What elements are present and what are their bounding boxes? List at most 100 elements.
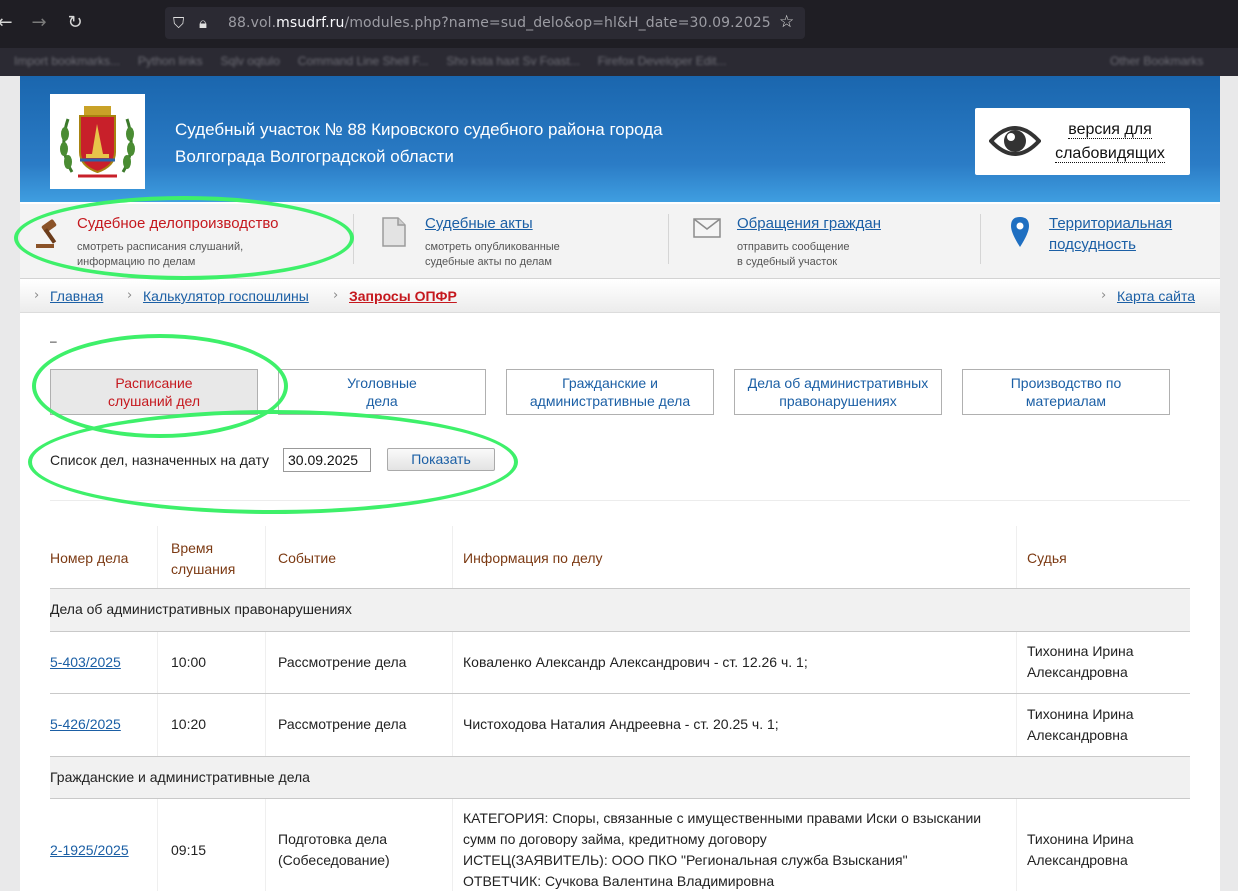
judge-line: Тихонина Ирина	[1027, 831, 1134, 847]
event-line: (Собеседование)	[278, 852, 390, 868]
low-vision-label: версия для слабовидящих	[1045, 118, 1175, 166]
site-title: Судебный участок № 88 Кировского судебно…	[175, 116, 735, 170]
case-number-link[interactable]: 5-403/2025	[50, 652, 121, 673]
breadcrumb-fee-calculator[interactable]: Калькулятор госпошлины	[143, 288, 309, 304]
menu-subtitle: смотреть опубликованные судебные акты по…	[425, 240, 625, 270]
tab-label-line: Уголовные	[347, 375, 417, 391]
event: Подготовка дела (Собеседование)	[278, 829, 390, 871]
bookmark-item[interactable]: Command Line Shell F...	[298, 54, 429, 68]
menu-title[interactable]: Территориальная	[1049, 215, 1172, 232]
map-pin-icon	[1011, 217, 1029, 247]
group-title: Гражданские и административные дела	[50, 769, 310, 785]
judge-line: Александровна	[1027, 727, 1128, 743]
judge-line: Тихонина Ирина	[1027, 643, 1134, 659]
column-divider	[265, 526, 266, 891]
column-header-hearing-time: Время слушания	[171, 538, 235, 580]
gavel-icon	[36, 219, 57, 248]
bookmark-item[interactable]: Python links	[138, 54, 203, 68]
column-divider	[452, 526, 453, 891]
menu-subtitle-line: судебные акты по делам	[425, 256, 552, 268]
case-info-line: ОТВЕТЧИК: Сучкова Валентина Владимировна	[463, 873, 775, 889]
chevron-right-icon: ›	[34, 288, 40, 303]
breadcrumb: › Главная › Калькулятор госпошлины › Зап…	[20, 280, 1220, 313]
tab-label-line: Дела об административных	[747, 375, 929, 391]
column-header-line: слушания	[171, 561, 236, 577]
hearing-time: 10:00	[171, 654, 207, 670]
judge: Тихонина Ирина Александровна	[1027, 704, 1134, 746]
tab-civil-cases[interactable]: Гражданские и административные дела	[506, 369, 714, 415]
tab-hearing-schedule[interactable]: Расписание слушаний дел	[50, 369, 258, 415]
reload-icon[interactable]: ↻	[64, 12, 86, 34]
site-page: Судебный участок № 88 Кировского судебно…	[14, 76, 1220, 891]
document-icon	[382, 217, 406, 247]
menu-item-court-proceedings[interactable]: Судебное делопроизводство смотреть распи…	[20, 204, 350, 279]
tab-materials[interactable]: Производство по материалам	[962, 369, 1170, 415]
tab-label-line: Производство по	[1010, 375, 1122, 391]
tab-label-line: материалам	[1025, 393, 1107, 409]
menu-divider	[980, 214, 981, 264]
menu-subtitle-line: в судебный участок	[737, 256, 838, 268]
case-number-link[interactable]: 2-1925/2025	[50, 840, 129, 861]
breadcrumb-home[interactable]: Главная	[50, 288, 103, 304]
tab-administrative-offenses[interactable]: Дела об административных правонарушениях	[734, 369, 942, 415]
judge-line: Александровна	[1027, 852, 1128, 868]
chevron-right-icon: ›	[333, 288, 339, 303]
judge-line: Тихонина Ирина	[1027, 706, 1134, 722]
low-vision-label-line: версия для	[1068, 121, 1152, 139]
divider	[50, 500, 1190, 501]
judge: Тихонина Ирина Александровна	[1027, 829, 1134, 871]
menu-subtitle-line: информацию по делам	[77, 256, 196, 268]
menu-item-court-acts[interactable]: Судебные акты смотреть опубликованные су…	[365, 204, 665, 279]
back-icon[interactable]: ←	[0, 12, 16, 34]
tab-label-line: Расписание	[115, 375, 193, 391]
main-menu: Судебное делопроизводство смотреть распи…	[20, 204, 1220, 279]
bookmark-item[interactable]: Other Bookmarks	[1110, 54, 1203, 68]
tab-criminal-cases[interactable]: Уголовные дела	[278, 369, 486, 415]
menu-title[interactable]: Судебное делопроизводство	[77, 215, 279, 232]
bookmark-item[interactable]: Sho ksta haxt Sv Foast...	[446, 54, 579, 68]
menu-subtitle: отправить сообщение в судебный участок	[737, 240, 937, 270]
event: Рассмотрение дела	[278, 716, 407, 732]
browser-toolbar: ← → ↻ ⛉ 🔒︎ 88.vol.msudrf.ru/modules.php?…	[0, 0, 1238, 48]
tab-label-line: правонарушениях	[779, 393, 897, 409]
date-input[interactable]	[283, 448, 371, 472]
low-vision-version-button[interactable]: версия для слабовидящих	[975, 108, 1190, 175]
event-line: Подготовка дела	[278, 831, 388, 847]
court-emblem-logo[interactable]	[50, 94, 145, 189]
sitemap-link[interactable]: Карта сайта	[1117, 288, 1195, 304]
case-info-line: сумм по договору займа, кредитному догов…	[463, 831, 767, 847]
menu-title[interactable]: Судебные акты	[425, 215, 533, 232]
menu-subtitle: смотреть расписания слушаний, информацию…	[77, 240, 277, 270]
menu-subtitle-line: смотреть опубликованные	[425, 241, 560, 253]
menu-title[interactable]: подсудность	[1049, 236, 1136, 253]
bookmark-item[interactable]: Import bookmarks...	[14, 54, 120, 68]
site-header: Судебный участок № 88 Кировского судебно…	[20, 76, 1220, 202]
column-divider	[1016, 526, 1017, 891]
menu-item-territorial-jurisdiction[interactable]: Территориальная подсудность	[995, 204, 1215, 279]
date-filter-label: Список дел, назначенных на дату	[50, 452, 270, 468]
menu-divider	[668, 214, 669, 264]
bookmark-item[interactable]: Firefox Developer Edit...	[598, 54, 727, 68]
site-title-line: Судебный участок № 88 Кировского судебно…	[175, 120, 663, 139]
forward-icon[interactable]: →	[28, 12, 50, 34]
table-group-header: Дела об административных правонарушениях	[50, 589, 1190, 631]
bookmark-star-icon[interactable]: ☆	[779, 12, 794, 32]
menu-item-citizen-appeals[interactable]: Обращения граждан отправить сообщение в …	[680, 204, 980, 279]
address-bar[interactable]: ⛉ 🔒︎ 88.vol.msudrf.ru/modules.php?name=s…	[165, 7, 805, 39]
shield-icon[interactable]: ⛉	[173, 14, 184, 32]
lock-icon[interactable]: 🔒︎	[199, 14, 207, 32]
case-number-link[interactable]: 5-426/2025	[50, 714, 121, 735]
chevron-right-icon: ›	[127, 288, 133, 303]
chevron-right-icon: ›	[1101, 288, 1107, 303]
show-button[interactable]: Показать	[387, 448, 495, 471]
menu-title[interactable]: Обращения граждан	[737, 215, 881, 232]
bookmark-item[interactable]: Sqlv oqtulo	[221, 54, 280, 68]
breadcrumb-opfr-requests[interactable]: Запросы ОПФР	[349, 288, 457, 304]
column-header-line: Время	[171, 540, 214, 556]
url-text[interactable]: 88.vol.msudrf.ru/modules.php?name=sud_de…	[228, 15, 771, 31]
row-divider	[50, 798, 1190, 799]
envelope-icon	[693, 218, 721, 238]
event: Рассмотрение дела	[278, 654, 407, 670]
site-title-line: Волгограда Волгоградской области	[175, 147, 454, 166]
column-header-judge: Судья	[1027, 550, 1067, 566]
